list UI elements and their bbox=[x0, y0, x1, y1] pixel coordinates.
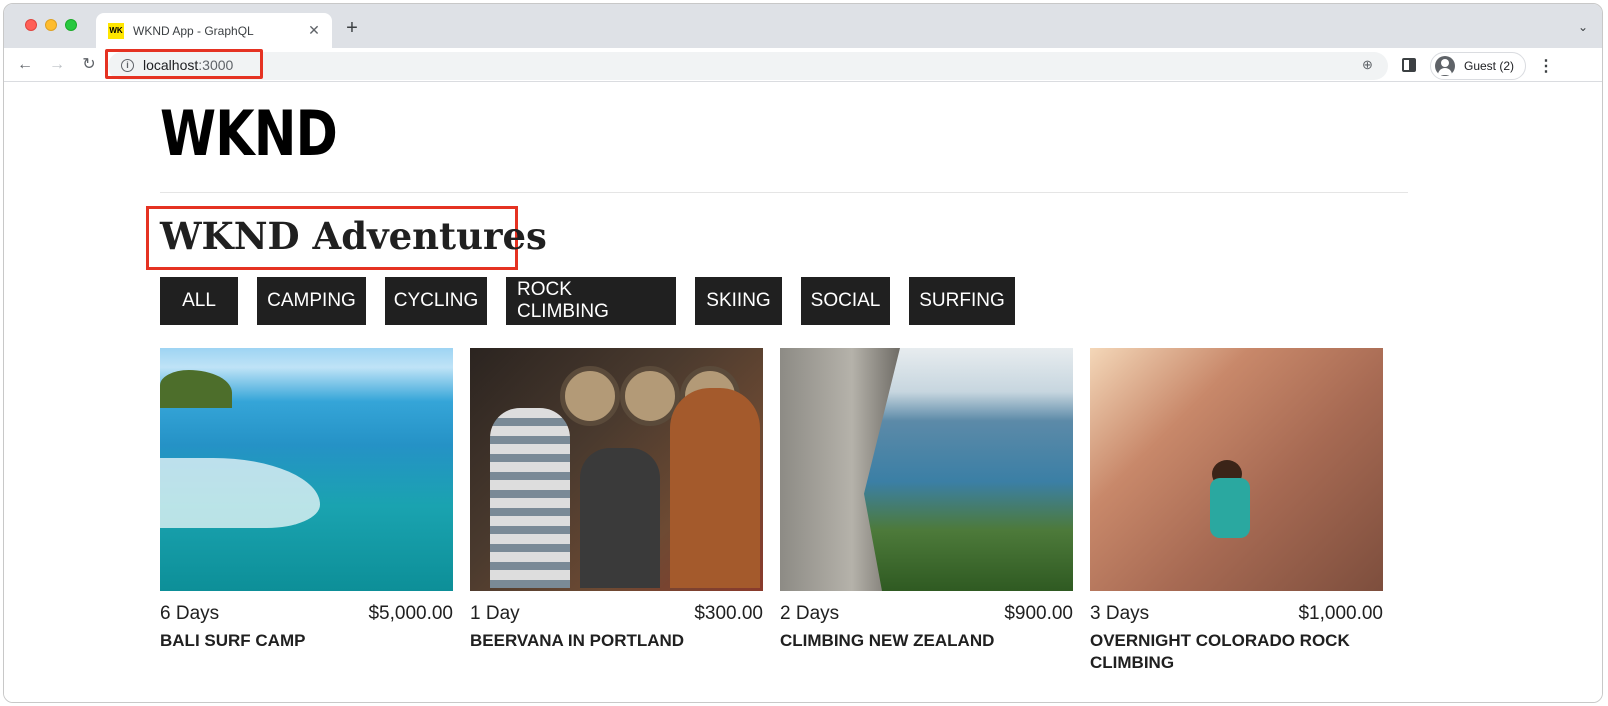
url-highlight-annotation bbox=[105, 49, 263, 79]
profile-label: Guest (2) bbox=[1464, 59, 1515, 73]
card-price: $1,000.00 bbox=[1298, 603, 1383, 624]
cliff-lake-image[interactable] bbox=[780, 348, 1073, 591]
filter-cycling-button[interactable]: CYCLING bbox=[385, 277, 487, 325]
new-tab-icon[interactable]: + bbox=[342, 18, 362, 38]
tab-title: WKND App - GraphQL bbox=[133, 23, 254, 38]
reload-icon[interactable]: ↻ bbox=[78, 54, 100, 76]
back-arrow-icon[interactable]: ← bbox=[14, 54, 36, 76]
browser-toolbar: ← → ↻ i localhost:3000 ⊕ Guest (2) ⋮ bbox=[4, 48, 1602, 82]
rock-climber-image[interactable] bbox=[1090, 348, 1383, 591]
adventure-list: 6 Days $5,000.00 BALI SURF CAMP 1 Day $3… bbox=[160, 348, 1383, 674]
climber-shape bbox=[1210, 478, 1250, 538]
card-duration: 3 Days bbox=[1090, 603, 1150, 624]
card-price: $300.00 bbox=[694, 603, 763, 624]
minimize-window-button[interactable] bbox=[45, 19, 57, 31]
filter-skiing-button[interactable]: SKIING bbox=[695, 277, 782, 325]
maximize-window-button[interactable] bbox=[65, 19, 77, 31]
tab-strip: WK WKND App - GraphQL ✕ + ⌄ bbox=[4, 4, 1602, 48]
side-panel-icon[interactable] bbox=[1402, 58, 1416, 72]
forward-arrow-icon[interactable]: → bbox=[46, 54, 68, 76]
adventure-card[interactable]: 3 Days $1,000.00 OVERNIGHT COLORADO ROCK… bbox=[1090, 348, 1383, 674]
browser-window: WK WKND App - GraphQL ✕ + ⌄ ← → ↻ i loca… bbox=[3, 3, 1603, 703]
card-duration: 1 Day bbox=[470, 603, 520, 624]
person-shape bbox=[580, 448, 660, 588]
surfing-image[interactable] bbox=[160, 348, 453, 591]
adventure-card[interactable]: 1 Day $300.00 BEERVANA IN PORTLAND bbox=[470, 348, 763, 674]
browser-tab[interactable]: WK WKND App - GraphQL ✕ bbox=[96, 13, 332, 48]
pub-friends-image[interactable] bbox=[470, 348, 763, 591]
card-title[interactable]: BEERVANA IN PORTLAND bbox=[470, 630, 763, 652]
card-duration: 6 Days bbox=[160, 603, 220, 624]
person-shape bbox=[670, 388, 760, 588]
card-price: $5,000.00 bbox=[368, 603, 453, 624]
filter-all-button[interactable]: ALL bbox=[160, 277, 238, 325]
cliff-shape bbox=[780, 348, 900, 591]
header-divider bbox=[160, 192, 1408, 193]
close-tab-icon[interactable]: ✕ bbox=[306, 22, 322, 39]
person-shape bbox=[490, 408, 570, 588]
card-meta: 1 Day $300.00 bbox=[470, 603, 763, 625]
profile-button[interactable]: Guest (2) bbox=[1430, 52, 1526, 80]
card-duration: 2 Days bbox=[780, 603, 840, 624]
address-bar[interactable] bbox=[108, 52, 1388, 80]
kebab-menu-icon[interactable]: ⋮ bbox=[1538, 56, 1554, 76]
filter-rock-climbing-button[interactable]: ROCK CLIMBING bbox=[506, 277, 676, 325]
adventure-card[interactable]: 6 Days $5,000.00 BALI SURF CAMP bbox=[160, 348, 453, 674]
favicon-icon: WK bbox=[108, 22, 124, 39]
filter-camping-button[interactable]: CAMPING bbox=[257, 277, 366, 325]
filter-bar: ALL CAMPING CYCLING ROCK CLIMBING SKIING… bbox=[160, 277, 1015, 325]
wave-shape bbox=[160, 458, 320, 528]
chevron-down-icon[interactable]: ⌄ bbox=[1578, 20, 1588, 34]
card-title[interactable]: CLIMBING NEW ZEALAND bbox=[780, 630, 1073, 652]
barrel-shape bbox=[560, 366, 620, 426]
page-content: WKND WKND Adventures ALL CAMPING CYCLING… bbox=[4, 83, 1602, 702]
island-shape bbox=[160, 370, 232, 408]
filter-social-button[interactable]: SOCIAL bbox=[801, 277, 890, 325]
card-price: $900.00 bbox=[1004, 603, 1073, 624]
close-window-button[interactable] bbox=[25, 19, 37, 31]
filter-surfing-button[interactable]: SURFING bbox=[909, 277, 1015, 325]
page-title: WKND Adventures bbox=[160, 214, 547, 258]
card-title[interactable]: BALI SURF CAMP bbox=[160, 630, 453, 652]
card-meta: 6 Days $5,000.00 bbox=[160, 603, 453, 625]
card-meta: 2 Days $900.00 bbox=[780, 603, 1073, 625]
adventure-card[interactable]: 2 Days $900.00 CLIMBING NEW ZEALAND bbox=[780, 348, 1073, 674]
zoom-icon[interactable]: ⊕ bbox=[1362, 57, 1373, 73]
avatar-icon bbox=[1435, 56, 1455, 76]
card-title[interactable]: OVERNIGHT COLORADO ROCK CLIMBING bbox=[1090, 630, 1383, 674]
card-meta: 3 Days $1,000.00 bbox=[1090, 603, 1383, 625]
wknd-logo[interactable]: WKND bbox=[160, 99, 338, 169]
